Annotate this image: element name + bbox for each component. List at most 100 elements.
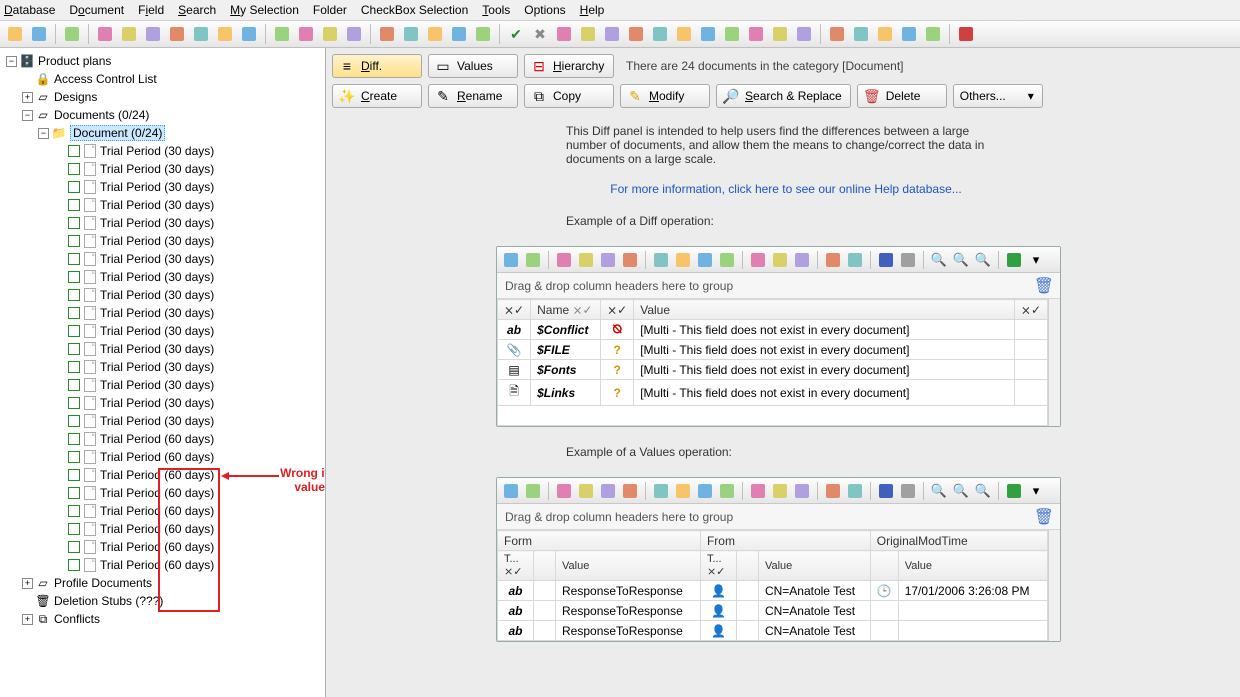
col-from-value[interactable]: Value <box>758 551 870 581</box>
tree-documents[interactable]: −▱Documents (0/24) <box>2 106 323 124</box>
menu-myselection[interactable]: My Selection <box>230 3 299 17</box>
checkbox-icon[interactable] <box>68 235 80 247</box>
tb-p-icon[interactable] <box>448 23 470 45</box>
modify-button[interactable]: ✎Modify <box>620 84 710 108</box>
sv-a-icon[interactable] <box>501 481 521 501</box>
sv-h-icon[interactable] <box>673 481 693 501</box>
diff-row[interactable]: ab$Conflict⦰[Multi - This field does not… <box>498 320 1048 340</box>
tree-doc-30[interactable]: Trial Period (30 days) <box>2 304 323 322</box>
tree-expander-icon[interactable]: + <box>22 92 33 103</box>
checkbox-icon[interactable] <box>68 307 80 319</box>
checkbox-icon[interactable] <box>68 289 80 301</box>
checkbox-icon[interactable] <box>68 145 80 157</box>
checkbox-icon[interactable] <box>68 541 80 553</box>
col-from-t[interactable]: T... ⨯✓ <box>700 551 736 581</box>
tree-doc-60[interactable]: Trial Period (60 days) <box>2 430 323 448</box>
tb-s-icon[interactable] <box>577 23 599 45</box>
help-link[interactable]: For more information, click here to see … <box>610 182 962 196</box>
tb-check-icon[interactable]: ✔ <box>505 23 527 45</box>
tb-c-icon[interactable] <box>118 23 140 45</box>
st-e-icon[interactable] <box>598 250 618 270</box>
col-name[interactable]: Name ⨯✓ <box>531 300 601 320</box>
diff-row[interactable]: ▤$Fonts?[Multi - This field does not exi… <box>498 360 1048 380</box>
tree-doc-30[interactable]: Trial Period (30 days) <box>2 268 323 286</box>
tree-expander-icon[interactable]: + <box>22 614 33 625</box>
create-button[interactable]: ✨Create <box>332 84 422 108</box>
sv-s-icon[interactable]: 🔍 <box>951 481 971 501</box>
tb-t-icon[interactable] <box>601 23 623 45</box>
tb-b-icon[interactable] <box>94 23 116 45</box>
tree-acl[interactable]: 🔒Access Control List <box>2 70 323 88</box>
sv-n-icon[interactable] <box>823 481 843 501</box>
rename-button[interactable]: ✎Rename <box>428 84 518 108</box>
tb-o-icon[interactable] <box>424 23 446 45</box>
col-form-value[interactable]: Value <box>556 551 701 581</box>
tree-expander-icon[interactable]: − <box>6 56 17 67</box>
col-time-icon[interactable] <box>870 551 898 581</box>
tb-x-icon[interactable] <box>697 23 719 45</box>
tb-g-icon[interactable] <box>214 23 236 45</box>
tb-n-icon[interactable] <box>400 23 422 45</box>
tree-profile-docs[interactable]: +▱Profile Documents <box>2 574 323 592</box>
checkbox-icon[interactable] <box>68 253 80 265</box>
tb-cc-icon[interactable] <box>826 23 848 45</box>
st-p-icon[interactable] <box>876 250 896 270</box>
menu-database[interactable]: Database <box>4 3 55 17</box>
tree-doc-30[interactable]: Trial Period (30 days) <box>2 178 323 196</box>
values-group-hint[interactable]: Drag & drop column headers here to group… <box>497 504 1060 530</box>
values-row[interactable]: abResponseToResponse👤CN=Anatole Test <box>498 621 1048 641</box>
st-g-icon[interactable] <box>651 250 671 270</box>
tree-expander-icon[interactable]: − <box>22 110 33 121</box>
tree-doc-30[interactable]: Trial Period (30 days) <box>2 142 323 160</box>
tb-a-icon[interactable] <box>61 23 83 45</box>
tb-h-icon[interactable] <box>238 23 260 45</box>
menu-tools[interactable]: Tools <box>482 3 510 17</box>
tb-gg-icon[interactable] <box>922 23 944 45</box>
st-l-icon[interactable] <box>770 250 790 270</box>
checkbox-icon[interactable] <box>68 505 80 517</box>
col-type-icon[interactable]: ⨯✓ <box>498 300 531 320</box>
sv-e-icon[interactable] <box>598 481 618 501</box>
tb-k-icon[interactable] <box>319 23 341 45</box>
tree-doc-30[interactable]: Trial Period (30 days) <box>2 232 323 250</box>
st-k-icon[interactable] <box>748 250 768 270</box>
trash-icon-2[interactable]: 🗑 <box>1034 507 1054 527</box>
sv-v-icon[interactable]: ▾ <box>1026 481 1046 501</box>
hierarchy-button[interactable]: ⊟ Hierarchy <box>524 54 614 78</box>
checkbox-icon[interactable] <box>68 343 80 355</box>
checkbox-icon[interactable] <box>68 217 80 229</box>
checkbox-icon[interactable] <box>68 415 80 427</box>
tree-document-node[interactable]: −📁Document (0/24) <box>2 124 323 142</box>
values-row[interactable]: abResponseToResponse👤CN=Anatole Test🕒17/… <box>498 581 1048 601</box>
sv-j-icon[interactable] <box>717 481 737 501</box>
tb-y-icon[interactable] <box>721 23 743 45</box>
tb-i-icon[interactable] <box>271 23 293 45</box>
tree-doc-60[interactable]: Trial Period (60 days) <box>2 502 323 520</box>
checkbox-icon[interactable] <box>68 325 80 337</box>
tree-conflicts[interactable]: +⧉Conflicts <box>2 610 323 628</box>
tb-j-icon[interactable] <box>295 23 317 45</box>
checkbox-icon[interactable] <box>68 379 80 391</box>
tb-f-icon[interactable] <box>190 23 212 45</box>
tree-doc-30[interactable]: Trial Period (30 days) <box>2 160 323 178</box>
tb-open-icon[interactable] <box>4 23 26 45</box>
tree-doc-60[interactable]: Trial Period (60 days) <box>2 556 323 574</box>
diff-scrollbar[interactable] <box>1048 299 1060 426</box>
sv-o-icon[interactable] <box>845 481 865 501</box>
st-m-icon[interactable] <box>792 250 812 270</box>
sv-t-icon[interactable]: 🔍 <box>973 481 993 501</box>
diff-button[interactable]: ≡ Diff. <box>332 54 422 78</box>
tree-doc-30[interactable]: Trial Period (30 days) <box>2 250 323 268</box>
menu-help[interactable]: Help <box>580 3 605 17</box>
sv-c-icon[interactable] <box>554 481 574 501</box>
sv-r-icon[interactable]: 🔍 <box>929 481 949 501</box>
tb-bb-icon[interactable] <box>793 23 815 45</box>
tb-cross-icon[interactable]: ✖ <box>529 23 551 45</box>
col-form-t[interactable]: T... ⨯✓ <box>498 551 534 581</box>
tb-u-icon[interactable] <box>625 23 647 45</box>
col-group-form[interactable]: Form <box>498 531 701 551</box>
checkbox-icon[interactable] <box>68 469 80 481</box>
checkbox-icon[interactable] <box>68 163 80 175</box>
checkbox-icon[interactable] <box>68 397 80 409</box>
st-n-icon[interactable] <box>823 250 843 270</box>
